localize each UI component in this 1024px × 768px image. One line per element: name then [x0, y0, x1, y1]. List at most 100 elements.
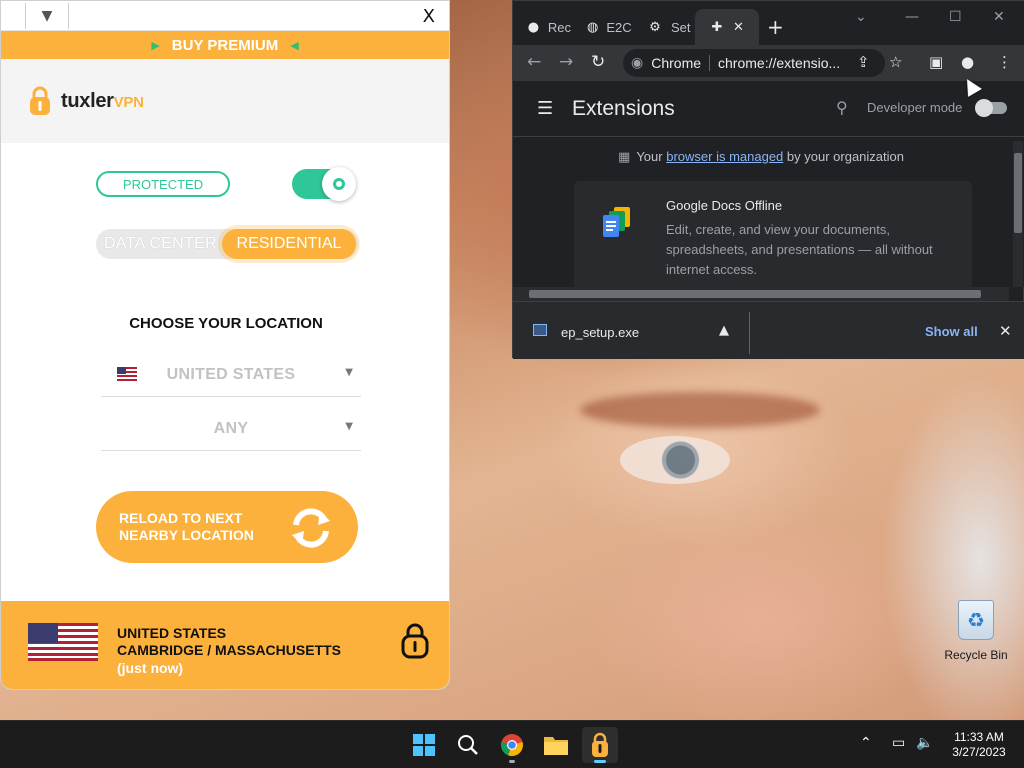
search-icon[interactable]	[450, 727, 486, 763]
mode-switch: DATA CENTER RESIDENTIAL	[96, 229, 358, 259]
omnibox-chip: Chrome	[651, 55, 702, 71]
extensions-header: ☰ Extensions ⚲ Developer mode	[513, 81, 1024, 137]
maximize-button[interactable]: ☐	[949, 9, 962, 25]
address-bar[interactable]: ◉ Chrome chrome://extensio...	[623, 49, 885, 77]
chrome-logo-icon	[501, 734, 523, 757]
arrow-left-icon: ◀	[290, 38, 299, 52]
menu-icon[interactable]: ⋮	[997, 53, 1012, 71]
browser-managed-link[interactable]: browser is managed	[666, 149, 783, 164]
close-tab-icon[interactable]: ✕	[733, 20, 744, 35]
chrome-window: ● Rec ◍ E2C ⚙ Set ✚ ✕ + ⌄ — ☐ ✕ ← → ↻ ◉ …	[512, 0, 1024, 359]
managed-suffix: by your organization	[786, 149, 904, 164]
windows-logo-icon	[413, 734, 435, 756]
system-clock[interactable]: 11:33 AM 3/27/2023	[944, 730, 1014, 760]
wallpaper-detail	[620, 436, 730, 484]
tuxler-vpn-window: ▼ X ▶ BUY PREMIUM ◀ tuxlerVPN PROTECTED …	[0, 0, 450, 690]
close-button[interactable]: X	[423, 6, 435, 27]
download-shelf: ep_setup.exe ▲ Show all ✕	[513, 301, 1024, 359]
hamburger-menu-icon[interactable]: ☰	[537, 98, 553, 119]
tab-e2c[interactable]: ◍ E2C	[573, 9, 632, 45]
reload-button-label: RELOAD TO NEXT NEARBY LOCATION	[119, 510, 254, 543]
chevron-up-icon[interactable]: ▲	[719, 323, 729, 338]
mode-option-residential[interactable]: RESIDENTIAL	[222, 229, 356, 259]
download-filename[interactable]: ep_setup.exe	[561, 325, 639, 340]
arrow-right-icon: ▶	[151, 38, 160, 52]
reload-location-button[interactable]: RELOAD TO NEXT NEARBY LOCATION	[96, 491, 358, 563]
windows-start-icon[interactable]	[406, 727, 442, 763]
tuxler-vpn-icon[interactable]	[582, 727, 618, 763]
page-title: Extensions	[572, 97, 675, 120]
globe-icon: ◍	[587, 19, 599, 35]
browser-toolbar: ← → ↻ ◉ Chrome chrome://extensio... ⇪ ☆ …	[513, 45, 1024, 81]
back-button[interactable]: ←	[527, 52, 541, 72]
dropdown-arrow-icon: ▼	[345, 367, 353, 378]
tab-label: Rec	[547, 19, 571, 35]
volume-icon[interactable]: 🔈	[916, 735, 933, 751]
reload-icon	[292, 508, 330, 548]
network-icon[interactable]: ▭	[892, 735, 905, 751]
tab-search-icon[interactable]: ⌄	[855, 9, 867, 25]
profile-icon[interactable]: ●	[961, 53, 974, 71]
tab-settings[interactable]: ⚙ Set	[633, 9, 693, 45]
country-select[interactable]: UNITED STATES ▼	[101, 355, 361, 397]
tab-extensions[interactable]: ✚ ✕	[695, 9, 759, 45]
show-all-button[interactable]: Show all	[925, 324, 978, 339]
extension-name: Google Docs Offline	[666, 198, 783, 213]
status-row: PROTECTED	[96, 167, 358, 201]
managed-prefix: Your	[636, 149, 663, 164]
omnibox-separator	[709, 55, 711, 71]
tab-strip: ● Rec ◍ E2C ⚙ Set ✚ ✕ + ⌄ — ☐ ✕	[513, 1, 1024, 45]
choose-location-heading: CHOOSE YOUR LOCATION	[129, 315, 323, 332]
tab-rec[interactable]: ● Rec	[513, 9, 571, 45]
vpn-header: tuxlerVPN	[1, 59, 449, 143]
new-tab-button[interactable]: +	[767, 15, 784, 39]
mode-option-data-center[interactable]: DATA CENTER	[104, 235, 217, 253]
search-icon[interactable]: ⚲	[836, 98, 848, 117]
connection-toggle[interactable]	[292, 167, 356, 201]
github-icon: ●	[527, 19, 540, 35]
exe-file-icon	[533, 324, 547, 336]
divider	[749, 312, 750, 354]
developer-mode-toggle[interactable]	[975, 99, 1007, 117]
tab-label: E2C	[606, 19, 632, 35]
buy-premium-banner[interactable]: ▶ BUY PREMIUM ◀	[1, 31, 449, 59]
window-close-button[interactable]: ✕	[993, 9, 1005, 25]
share-icon[interactable]: ⇪	[857, 53, 870, 71]
chevron-down-icon[interactable]: ▼	[25, 3, 69, 29]
puzzle-icon: ✚	[711, 19, 723, 35]
reload-button[interactable]: ↻	[591, 52, 605, 72]
city-select-value: ANY	[213, 420, 249, 437]
dropdown-arrow-icon: ▼	[345, 421, 353, 432]
city-select[interactable]: ANY ▼	[101, 409, 361, 451]
tuxler-logo-icon	[30, 86, 50, 115]
vpn-titlebar: ▼ X	[1, 1, 449, 31]
recycle-bin-shortcut[interactable]: ♻ Recycle Bin	[944, 600, 1008, 662]
chrome-icon[interactable]	[494, 727, 530, 763]
recycle-bin-label: Recycle Bin	[944, 648, 1008, 662]
building-icon: ▦	[618, 150, 631, 165]
close-download-bar-icon[interactable]: ✕	[999, 322, 1012, 340]
magnifier-icon	[458, 735, 478, 755]
google-docs-icon	[603, 207, 630, 237]
bookmark-star-icon[interactable]: ☆	[889, 53, 902, 71]
horizontal-scrollbar[interactable]	[513, 287, 1009, 301]
url-text: chrome://extensio...	[718, 55, 841, 71]
minimize-button[interactable]: —	[905, 9, 919, 25]
file-explorer-icon[interactable]	[538, 727, 574, 763]
chrome-icon: ◉	[631, 55, 644, 71]
extension-description: Edit, create, and view your documents, s…	[666, 222, 933, 277]
developer-mode-label: Developer mode	[867, 100, 963, 115]
tuxler-taskbar-logo-icon	[592, 732, 608, 757]
show-hidden-icons-icon[interactable]: ⌃	[860, 735, 872, 751]
forward-button[interactable]: →	[559, 52, 573, 72]
extensions-page: ☰ Extensions ⚲ Developer mode ▦ Your brow…	[513, 81, 1024, 287]
app-logo: tuxlerVPN	[61, 89, 144, 112]
country-select-value: UNITED STATES	[166, 366, 296, 383]
taskbar: ⌃ ▭ 🔈 11:33 AM 3/27/2023	[0, 720, 1024, 768]
tab-label: Set	[671, 19, 691, 35]
side-panel-icon[interactable]: ▣	[929, 53, 943, 71]
folder-icon	[544, 737, 568, 755]
protected-status-badge: PROTECTED	[96, 171, 230, 197]
footer-city: CAMBRIDGE / MASSACHUSETTS	[117, 642, 342, 658]
vertical-scrollbar[interactable]	[1013, 141, 1023, 287]
